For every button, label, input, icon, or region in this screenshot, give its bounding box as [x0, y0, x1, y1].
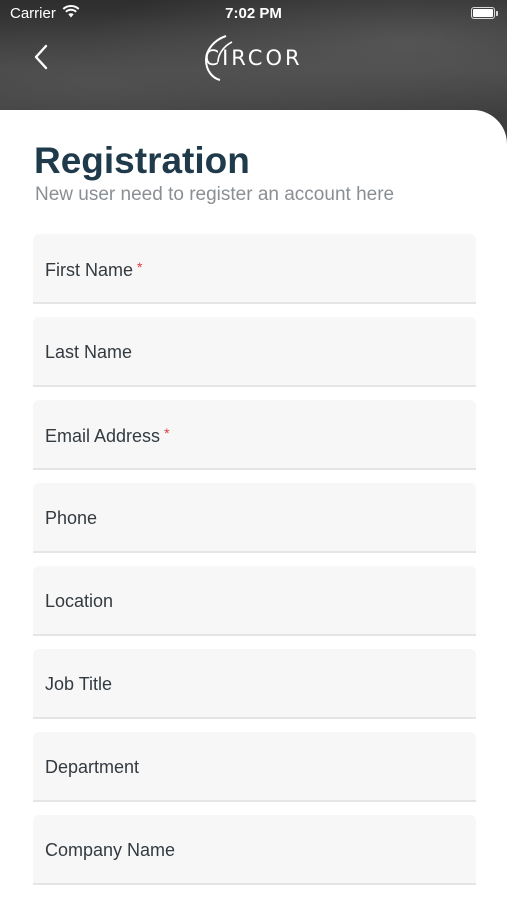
email-address-label: Email Address: [45, 426, 161, 446]
department-field[interactable]: Department: [33, 732, 476, 802]
circor-logo: CIRCOR: [0, 34, 507, 82]
registration-card: Registration New user need to register a…: [0, 110, 507, 900]
department-label: Department: [45, 757, 140, 777]
status-bar: Carrier 7:02 PM: [0, 0, 507, 28]
first-name-field[interactable]: First Name *: [33, 234, 476, 304]
page-title: Registration: [34, 140, 250, 181]
company-name-field[interactable]: Company Name: [33, 815, 476, 885]
email-address-field[interactable]: Email Address *: [33, 400, 476, 470]
first-name-label: First Name: [45, 260, 134, 280]
phone-label: Phone: [45, 508, 98, 528]
company-name-label: Company Name: [45, 840, 176, 860]
status-time: 7:02 PM: [225, 5, 282, 22]
required-marker: *: [137, 259, 143, 275]
location-field[interactable]: Location: [33, 566, 476, 636]
last-name-label: Last Name: [45, 342, 133, 362]
job-title-label: Job Title: [45, 674, 113, 694]
job-title-field[interactable]: Job Title: [33, 649, 476, 719]
required-marker: *: [164, 425, 170, 441]
logo-arc-icon: [205, 35, 233, 81]
last-name-field[interactable]: Last Name: [33, 317, 476, 387]
page-subtitle: New user need to register an account her…: [35, 184, 395, 205]
location-label: Location: [45, 591, 114, 611]
battery-icon: [471, 7, 498, 19]
phone-field[interactable]: Phone: [33, 483, 476, 553]
